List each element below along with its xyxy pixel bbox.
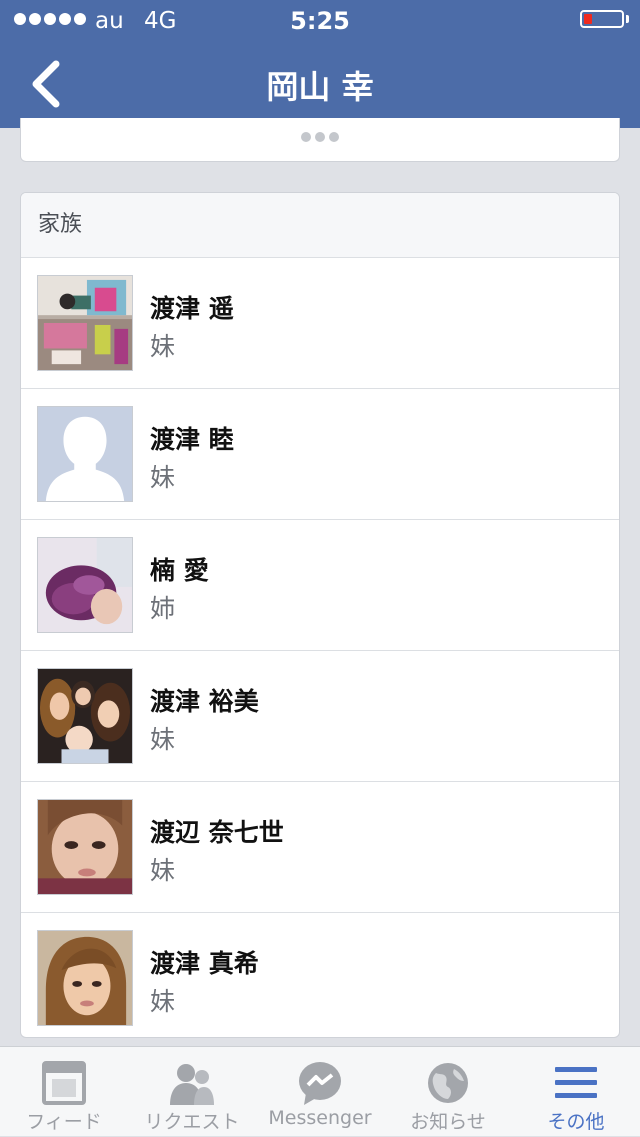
section-header: 家族 [21, 193, 619, 258]
default-avatar-icon [38, 407, 132, 501]
menu-icon [555, 1067, 597, 1098]
family-member-row[interactable]: 渡津 遥 妹 [21, 258, 619, 389]
more-dots-icon[interactable] [301, 132, 339, 142]
member-relation: 姉 [150, 594, 176, 623]
member-name[interactable]: 渡津 裕美 [150, 682, 259, 718]
feed-icon [42, 1061, 86, 1105]
member-name[interactable]: 渡津 睦 [150, 420, 234, 456]
avatar[interactable] [37, 668, 133, 764]
avatar[interactable] [37, 930, 133, 1026]
tab-label: フィード [26, 1111, 102, 1133]
family-member-row[interactable]: 渡辺 奈七世 妹 [21, 782, 619, 913]
avatar[interactable] [37, 275, 133, 371]
tab-notifications[interactable]: お知らせ [384, 1047, 512, 1137]
tab-more[interactable]: その他 [512, 1047, 640, 1137]
page-title: 岡山 幸 [266, 68, 374, 106]
family-member-row[interactable]: 渡津 睦 妹 [21, 389, 619, 520]
status-bar: au 4G 5:25 [0, 0, 640, 40]
member-name[interactable]: 渡津 真希 [150, 944, 259, 980]
tab-label: その他 [547, 1111, 605, 1133]
avatar[interactable] [37, 799, 133, 895]
tab-feed[interactable]: フィード [0, 1047, 128, 1137]
avatar[interactable] [37, 537, 133, 633]
member-relation: 妹 [150, 463, 176, 492]
messenger-icon [299, 1062, 341, 1105]
friend-requests-icon [170, 1064, 214, 1105]
tab-label: Messenger [268, 1107, 372, 1129]
battery-icon [580, 10, 624, 28]
status-time: 5:25 [290, 7, 350, 35]
family-section: 家族 渡津 遥 妹 渡津 睦 妹 楠 愛 姉 渡津 裕美 妹 渡辺 奈七世 妹 … [20, 192, 620, 1038]
member-name[interactable]: 渡辺 奈七世 [150, 813, 284, 849]
family-member-row[interactable]: 渡津 真希 妹 [21, 913, 619, 1037]
member-relation: 妹 [150, 987, 176, 1016]
family-member-row[interactable]: 渡津 裕美 妹 [21, 651, 619, 782]
navigation-bar: au 4G 5:25 岡山 幸 [0, 0, 640, 128]
tab-messenger[interactable]: Messenger [256, 1047, 384, 1137]
avatar[interactable] [37, 406, 133, 502]
previous-section-card [20, 118, 620, 162]
member-relation: 妹 [150, 856, 176, 885]
tab-label: お知らせ [410, 1111, 486, 1133]
tab-bar: フィード リクエスト Messenger お知らせ その他 [0, 1046, 640, 1136]
globe-notifications-icon [428, 1063, 468, 1103]
tab-requests[interactable]: リクエスト [128, 1047, 256, 1137]
battery-nub [626, 15, 629, 23]
member-name[interactable]: 楠 愛 [150, 551, 209, 587]
member-relation: 妹 [150, 332, 176, 361]
member-name[interactable]: 渡津 遥 [150, 289, 234, 325]
tab-label: リクエスト [144, 1111, 240, 1133]
family-member-row[interactable]: 楠 愛 姉 [21, 520, 619, 651]
member-relation: 妹 [150, 725, 176, 754]
